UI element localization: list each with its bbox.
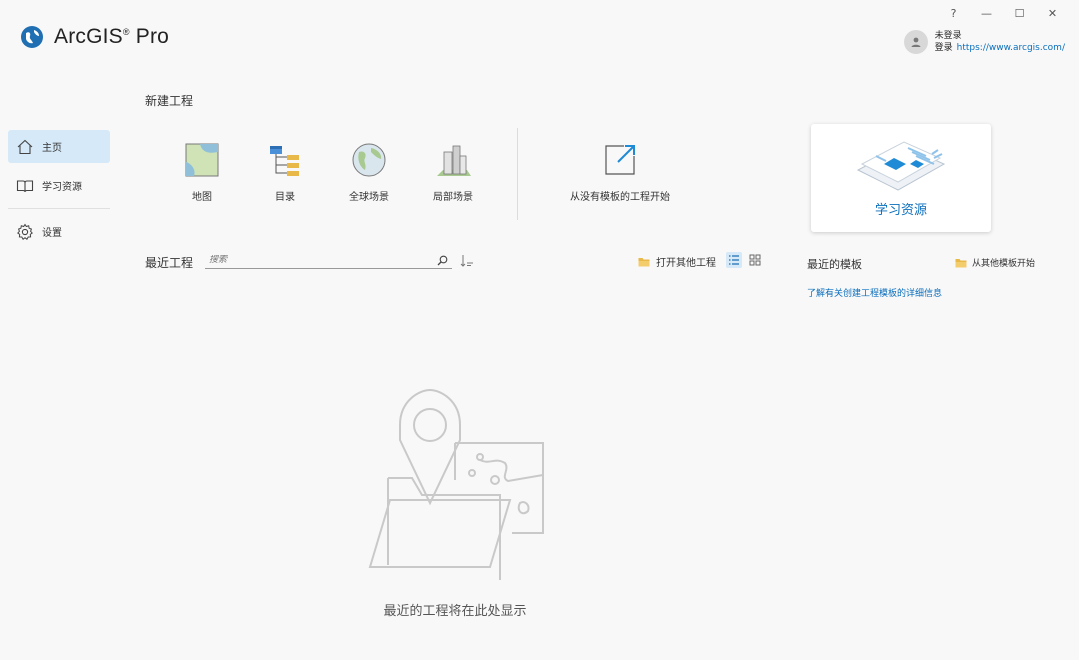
catalog-icon: [270, 146, 299, 176]
sidebar-divider: [8, 208, 110, 209]
window-controls: ? — ☐ ✕: [937, 4, 1069, 22]
avatar[interactable]: [903, 30, 928, 54]
local-scene-icon: [437, 145, 471, 176]
help-button[interactable]: ?: [937, 4, 970, 22]
open-other-project-button[interactable]: 打开其他工程: [638, 254, 716, 269]
map-icon: [185, 143, 219, 177]
start-from-template-button[interactable]: 从其他模板开始: [955, 256, 1035, 269]
grid-view-icon: [749, 254, 761, 266]
home-icon: [17, 139, 33, 154]
tile-label: 目录: [275, 192, 295, 203]
sidebar: 主页 学习资源 设置: [8, 130, 110, 254]
new-map-tile[interactable]: 地图: [162, 140, 242, 203]
tile-label: 地图: [192, 192, 212, 203]
list-view-button[interactable]: [726, 252, 742, 268]
app-title: ArcGIS® Pro: [54, 25, 170, 48]
sidebar-item-learning[interactable]: 学习资源: [8, 169, 110, 202]
learning-resources-label: 学习资源: [874, 203, 927, 218]
tile-view-button[interactable]: [747, 252, 763, 268]
user-panel[interactable]: 未登录 登录 https://www.arcgis.com/: [903, 30, 1065, 54]
globe-scene-icon: [352, 143, 386, 177]
recent-projects-title: 最近工程: [145, 256, 194, 270]
sidebar-item-label: 主页: [42, 143, 62, 154]
tile-label: 全球场景: [349, 192, 389, 203]
search-icon[interactable]: [437, 255, 448, 266]
folder-icon: [638, 257, 650, 266]
search-box[interactable]: [205, 252, 452, 269]
new-local-scene-tile[interactable]: 局部场景: [413, 140, 493, 203]
sidebar-item-label: 学习资源: [42, 182, 82, 193]
sign-in-link[interactable]: 登录: [935, 43, 953, 53]
tile-label: 局部场景: [433, 192, 473, 203]
empty-projects-illustration: [368, 388, 544, 580]
sidebar-item-settings[interactable]: 设置: [8, 215, 110, 248]
search-input[interactable]: [209, 255, 437, 265]
sidebar-item-home[interactable]: 主页: [8, 130, 110, 163]
tile-label: 从没有模板的工程开始: [570, 192, 670, 203]
start-without-template-tile[interactable]: 从没有模板的工程开始: [560, 140, 680, 203]
portal-url[interactable]: https://www.arcgis.com/: [957, 43, 1065, 53]
book-icon: [16, 179, 34, 192]
maximize-button[interactable]: ☐: [1003, 4, 1036, 22]
new-project-title: 新建工程: [145, 94, 194, 108]
new-global-scene-tile[interactable]: 全球场景: [329, 140, 409, 203]
start-from-template-label: 从其他模板开始: [972, 259, 1036, 269]
learning-resources-card[interactable]: 学习资源: [811, 124, 991, 232]
sidebar-item-label: 设置: [42, 228, 62, 239]
new-catalog-tile[interactable]: 目录: [245, 140, 325, 203]
folder-icon: [955, 258, 967, 267]
tiles-divider: [517, 128, 518, 220]
recent-templates-title: 最近的模板: [807, 258, 862, 271]
minimize-button[interactable]: —: [970, 4, 1003, 22]
sort-icon[interactable]: [460, 254, 474, 268]
template-learn-more-link[interactable]: 了解有关创建工程模板的详细信息: [807, 286, 942, 299]
arcgis-globe-icon: [21, 26, 43, 48]
empty-recent-message: 最近的工程将在此处显示: [383, 604, 527, 619]
user-icon: [911, 37, 921, 47]
user-name: 未登录: [934, 31, 962, 41]
app-logo: ArcGIS® Pro: [20, 25, 169, 49]
open-other-project-label: 打开其他工程: [656, 258, 716, 269]
close-button[interactable]: ✕: [1036, 4, 1069, 22]
list-view-icon: [729, 255, 739, 265]
start-without-template-icon: [605, 145, 635, 175]
learning-book-icon: [856, 141, 946, 191]
gear-icon: [17, 223, 33, 240]
